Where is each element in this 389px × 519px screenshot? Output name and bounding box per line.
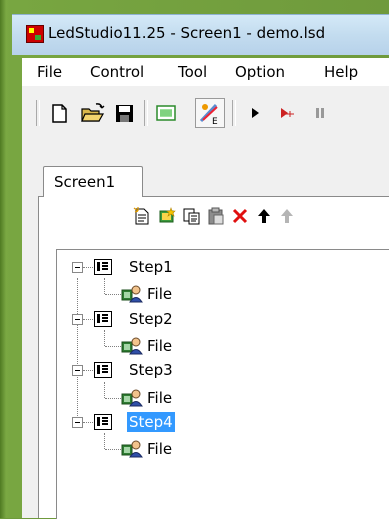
new-star-icon[interactable] <box>157 206 177 226</box>
save-icon[interactable] <box>112 101 136 125</box>
tree-item-file[interactable]: File <box>145 439 174 459</box>
toolbar-grip <box>36 100 40 126</box>
new-file-icon[interactable] <box>47 101 71 125</box>
move-up-icon[interactable] <box>254 206 274 226</box>
tree-connector <box>105 346 121 348</box>
svg-text:E: E <box>212 117 218 127</box>
tree-connector <box>83 370 93 372</box>
tree-connector <box>105 398 121 400</box>
menu-bar: File Control Tool Option Help <box>22 58 389 87</box>
tree-expander[interactable] <box>72 417 83 428</box>
tab-label: Screen1 <box>54 173 116 191</box>
tree-connector <box>105 449 121 451</box>
tree-connector <box>104 433 106 449</box>
tree-expander[interactable] <box>72 314 83 325</box>
tree-connector <box>83 319 93 321</box>
tree-item-step2[interactable]: Step2 <box>127 309 175 329</box>
tree-connector <box>83 267 93 269</box>
menu-tool[interactable]: Tool <box>178 63 207 81</box>
play-icon[interactable] <box>243 101 267 125</box>
tree-connector <box>104 382 106 398</box>
tab-screen1[interactable]: Screen1 <box>43 166 143 197</box>
file-person-icon <box>121 439 143 459</box>
window-title: LedStudio11.25 - Screen1 - demo.lsd <box>48 24 326 42</box>
move-down-icon[interactable] <box>277 206 297 226</box>
tree-connector <box>105 294 121 296</box>
tree-expander[interactable] <box>72 262 83 273</box>
screen-icon[interactable] <box>154 101 178 125</box>
tree-connector <box>104 278 106 294</box>
tree-connector <box>77 278 79 428</box>
new-item-icon[interactable] <box>132 206 152 226</box>
open-folder-icon[interactable] <box>80 101 105 125</box>
tree-connector <box>83 422 93 424</box>
copy-icon[interactable] <box>182 206 202 226</box>
file-person-icon <box>121 388 143 408</box>
toolbar-separator <box>144 100 148 126</box>
menu-option[interactable]: Option <box>235 63 285 81</box>
step-icon <box>94 259 112 275</box>
tree-item-file[interactable]: File <box>145 388 174 408</box>
file-person-icon <box>121 284 143 304</box>
play-step-icon[interactable] <box>275 101 299 125</box>
title-bar[interactable]: LedStudio11.25 - Screen1 - demo.lsd <box>12 14 389 55</box>
step-icon <box>94 311 112 327</box>
toolbar-separator <box>232 100 236 126</box>
file-person-icon <box>121 336 143 356</box>
tree-item-step1[interactable]: Step1 <box>127 257 175 277</box>
paste-icon[interactable] <box>206 206 226 226</box>
edit-program-icon[interactable]: E <box>195 98 225 128</box>
menu-help[interactable]: Help <box>324 63 358 81</box>
tree-connector <box>104 330 106 346</box>
tree-item-step4[interactable]: Step4 <box>127 412 175 432</box>
menu-file[interactable]: File <box>37 63 62 81</box>
menu-control[interactable]: Control <box>90 63 144 81</box>
tree-expander[interactable] <box>72 365 83 376</box>
step-icon <box>94 362 112 378</box>
tree-item-file[interactable]: File <box>145 284 174 304</box>
tree-item-step3[interactable]: Step3 <box>127 360 175 380</box>
pause-icon[interactable] <box>309 101 333 125</box>
step-icon <box>94 414 112 430</box>
tree-item-file[interactable]: File <box>145 336 174 356</box>
delete-icon[interactable] <box>230 206 250 226</box>
app-logo-icon[interactable] <box>26 25 44 43</box>
